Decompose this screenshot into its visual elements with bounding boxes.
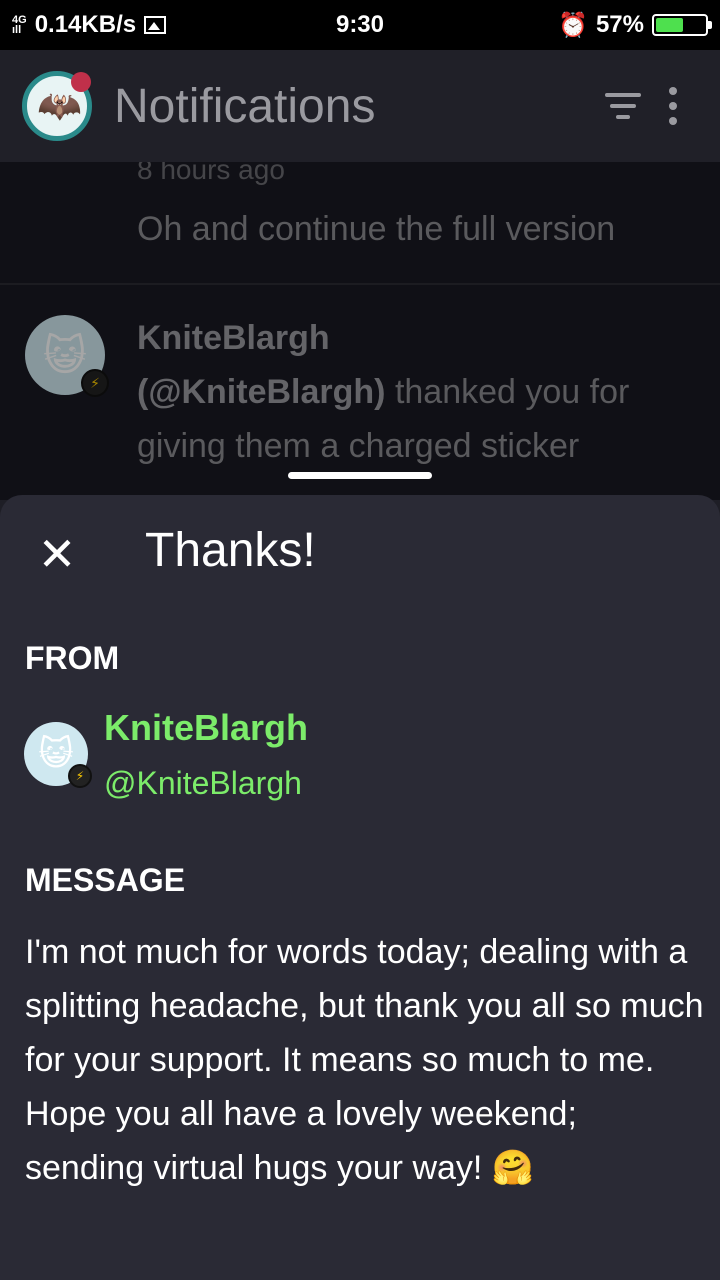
message-body: I'm not much for words today; dealing wi… — [25, 933, 704, 1187]
status-left: 4G ıll 0.14KB/s — [12, 11, 167, 39]
sheet-drag-handle[interactable] — [288, 472, 432, 479]
battery-fill — [656, 18, 684, 32]
message-label: MESSAGE — [25, 862, 186, 898]
thanks-sheet: ✕ Thanks! FROM 😺 ⚡ KniteBlargh @KniteBla… — [0, 495, 720, 1280]
kebab-icon — [669, 87, 677, 125]
filter-button[interactable] — [598, 81, 648, 131]
alarm-icon: ⏰ — [558, 11, 588, 39]
notifications-screen: Notifications 8 hours ago Oh and continu… — [0, 50, 720, 500]
app-bar: Notifications — [0, 50, 720, 162]
image-icon — [144, 16, 167, 34]
app-logo[interactable] — [22, 71, 92, 141]
filter-icon — [605, 93, 641, 119]
from-label: FROM — [25, 640, 120, 676]
sender-avatar[interactable]: 😺 ⚡ — [24, 722, 92, 788]
sender-name[interactable]: KniteBlargh — [104, 707, 308, 749]
status-bar: 4G ıll 0.14KB/s 9:30 ⏰ 57% — [0, 0, 720, 50]
status-right: ⏰ 57% — [558, 11, 712, 40]
signal-icon: ıll — [12, 24, 22, 36]
sender-handle[interactable]: @KniteBlargh — [104, 765, 302, 802]
page-title: Notifications — [114, 79, 376, 133]
close-button[interactable]: ✕ — [28, 525, 86, 583]
network-indicator: 4G ıll — [12, 15, 27, 36]
more-options-button[interactable] — [648, 81, 698, 131]
battery-percent: 57% — [595, 11, 644, 38]
badge-icon: ⚡ — [68, 764, 92, 788]
notification-dot — [71, 72, 91, 92]
battery-icon — [652, 14, 712, 36]
close-icon: ✕ — [37, 528, 77, 580]
sheet-title: Thanks! — [145, 524, 316, 577]
network-speed: 0.14KB/s — [34, 11, 137, 38]
